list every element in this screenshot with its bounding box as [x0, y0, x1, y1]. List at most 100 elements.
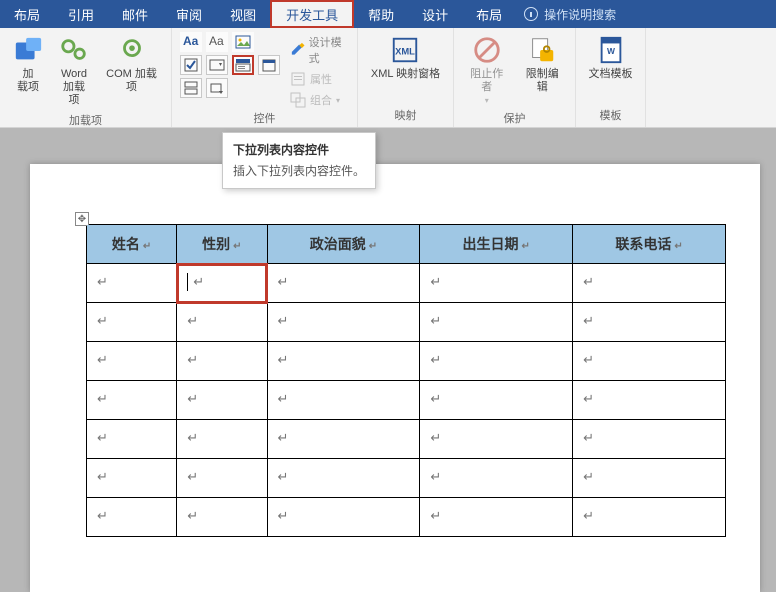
table-cell[interactable]: ↵ [573, 459, 726, 498]
paragraph-mark: ↵ [583, 430, 594, 446]
table-cell[interactable]: ↵ [573, 342, 726, 381]
design-mode-button[interactable]: 设计模式 [290, 34, 349, 66]
table-cell[interactable]: ↵ [420, 498, 573, 537]
document-template-label: 文档模板 [589, 68, 633, 81]
plain-text-control-button[interactable]: Aa [206, 32, 228, 52]
table-cell[interactable]: ↵ [177, 459, 267, 498]
tab-developer[interactable]: 开发工具 [270, 0, 354, 28]
plain-text-icon: Aa [209, 34, 225, 50]
table-cell[interactable]: ↵ [87, 342, 177, 381]
table-cell[interactable]: ↵ [87, 264, 177, 303]
paragraph-mark: ↵ [278, 469, 289, 485]
com-addins-button[interactable]: COM 加载项 [100, 32, 163, 96]
header-name[interactable]: 姓名↵ [87, 225, 177, 264]
table-cell[interactable]: ↵ [177, 264, 267, 303]
tell-me-search[interactable]: 操作说明搜索 [524, 6, 616, 23]
group-control-button[interactable]: 组合 ▾ [290, 92, 349, 108]
paragraph-mark: ↵ [97, 313, 108, 329]
table-cell[interactable]: ↵ [267, 342, 420, 381]
table-row: ↵↵↵↵↵ [87, 381, 726, 420]
table-cell[interactable]: ↵ [267, 498, 420, 537]
table-cell[interactable]: ↵ [177, 303, 267, 342]
table-cell[interactable]: ↵ [573, 264, 726, 303]
legacy-tools-button[interactable] [206, 78, 228, 98]
paragraph-mark: ↵ [430, 274, 441, 290]
group-control-label: 组合 [310, 92, 332, 108]
table-cell[interactable]: ↵ [267, 381, 420, 420]
group-controls-label: 控件 [180, 108, 349, 130]
tab-design[interactable]: 设计 [408, 0, 462, 28]
table-cell[interactable]: ↵ [267, 459, 420, 498]
table-cell[interactable]: ↵ [573, 381, 726, 420]
header-birthdate[interactable]: 出生日期↵ [420, 225, 573, 264]
paragraph-mark: ↵ [278, 313, 289, 329]
dropdown-list-icon [235, 57, 251, 73]
combo-box-control-button[interactable] [206, 55, 228, 75]
restrict-editing-icon [526, 34, 558, 66]
header-phone[interactable]: 联系电话↵ [573, 225, 726, 264]
paragraph-mark: ↵ [187, 508, 198, 524]
table-cell[interactable]: ↵ [177, 420, 267, 459]
header-gender-label: 性别 [202, 236, 230, 252]
tab-mailings[interactable]: 邮件 [108, 0, 162, 28]
table-cell[interactable]: ↵ [420, 264, 573, 303]
svg-text:XML: XML [396, 47, 416, 57]
word-addins-button[interactable]: Word 加载项 [54, 32, 94, 110]
paragraph-mark: ↵ [187, 313, 198, 329]
dropdown-list-control-button[interactable] [232, 55, 254, 75]
paragraph-mark: ↵ [187, 469, 198, 485]
picture-control-button[interactable] [232, 32, 254, 52]
tab-help[interactable]: 帮助 [354, 0, 408, 28]
xml-mapping-pane-button[interactable]: XML XML 映射窗格 [367, 32, 444, 83]
table-cell[interactable]: ↵ [87, 459, 177, 498]
properties-button[interactable]: 属性 [290, 71, 349, 87]
table-cell[interactable]: ↵ [420, 459, 573, 498]
xml-mapping-label: XML 映射窗格 [371, 68, 440, 81]
table-cell[interactable]: ↵ [420, 303, 573, 342]
table-cell[interactable]: ↵ [267, 264, 420, 303]
table-cell[interactable]: ↵ [177, 381, 267, 420]
table-cell[interactable]: ↵ [573, 303, 726, 342]
table-cell[interactable]: ↵ [87, 420, 177, 459]
date-picker-control-button[interactable] [258, 55, 280, 75]
table-cell[interactable]: ↵ [420, 381, 573, 420]
paragraph-mark: ↵ [369, 241, 377, 252]
group-mapping-label: 映射 [366, 105, 445, 127]
tab-references[interactable]: 引用 [54, 0, 108, 28]
table-cell[interactable]: ↵ [573, 498, 726, 537]
block-authors-button[interactable]: 阻止作者 ▾ [462, 32, 512, 108]
tab-view[interactable]: 视图 [216, 0, 270, 28]
table-cell[interactable]: ↵ [177, 498, 267, 537]
addins-button[interactable]: 加 载项 [8, 32, 48, 96]
rich-text-icon: Aa [183, 34, 199, 50]
paragraph-mark: ↵ [430, 352, 441, 368]
document-template-button[interactable]: W 文档模板 [585, 32, 637, 83]
table-cell[interactable]: ↵ [87, 303, 177, 342]
table-cell[interactable]: ↵ [420, 420, 573, 459]
repeating-section-control-button[interactable] [180, 78, 202, 98]
addins-icon [12, 34, 44, 66]
header-gender[interactable]: 性别↵ [177, 225, 267, 264]
header-political[interactable]: 政治面貌↵ [267, 225, 420, 264]
table-row: ↵↵↵↵↵ [87, 342, 726, 381]
tab-review[interactable]: 审阅 [162, 0, 216, 28]
table-cell[interactable]: ↵ [420, 342, 573, 381]
header-birthdate-label: 出生日期 [463, 236, 519, 252]
tab-layout-table[interactable]: 布局 [462, 0, 516, 28]
tab-layout[interactable]: 布局 [0, 0, 54, 28]
chevron-down-icon: ▾ [485, 96, 489, 106]
table-cell[interactable]: ↵ [177, 342, 267, 381]
page[interactable]: ✥ 姓名↵ 性别↵ 政治面貌↵ 出生日期↵ 联系电话↵ ↵↵↵↵↵↵↵↵↵↵↵↵… [30, 164, 760, 592]
table-cell[interactable]: ↵ [87, 498, 177, 537]
checkbox-control-button[interactable] [180, 55, 202, 75]
rich-text-control-button[interactable]: Aa [180, 32, 202, 52]
table-cell[interactable]: ↵ [267, 303, 420, 342]
paragraph-mark: ↵ [674, 241, 682, 252]
table-cell[interactable]: ↵ [87, 381, 177, 420]
table-cell[interactable]: ↵ [573, 420, 726, 459]
group-addins: 加 载项 Word 加载项 COM 加载项 加载项 [0, 28, 172, 127]
form-table[interactable]: 姓名↵ 性别↵ 政治面貌↵ 出生日期↵ 联系电话↵ ↵↵↵↵↵↵↵↵↵↵↵↵↵↵… [86, 224, 726, 537]
table-cell[interactable]: ↵ [267, 420, 420, 459]
group-protect-label: 保护 [462, 108, 567, 130]
restrict-editing-button[interactable]: 限制编辑 [518, 32, 568, 96]
